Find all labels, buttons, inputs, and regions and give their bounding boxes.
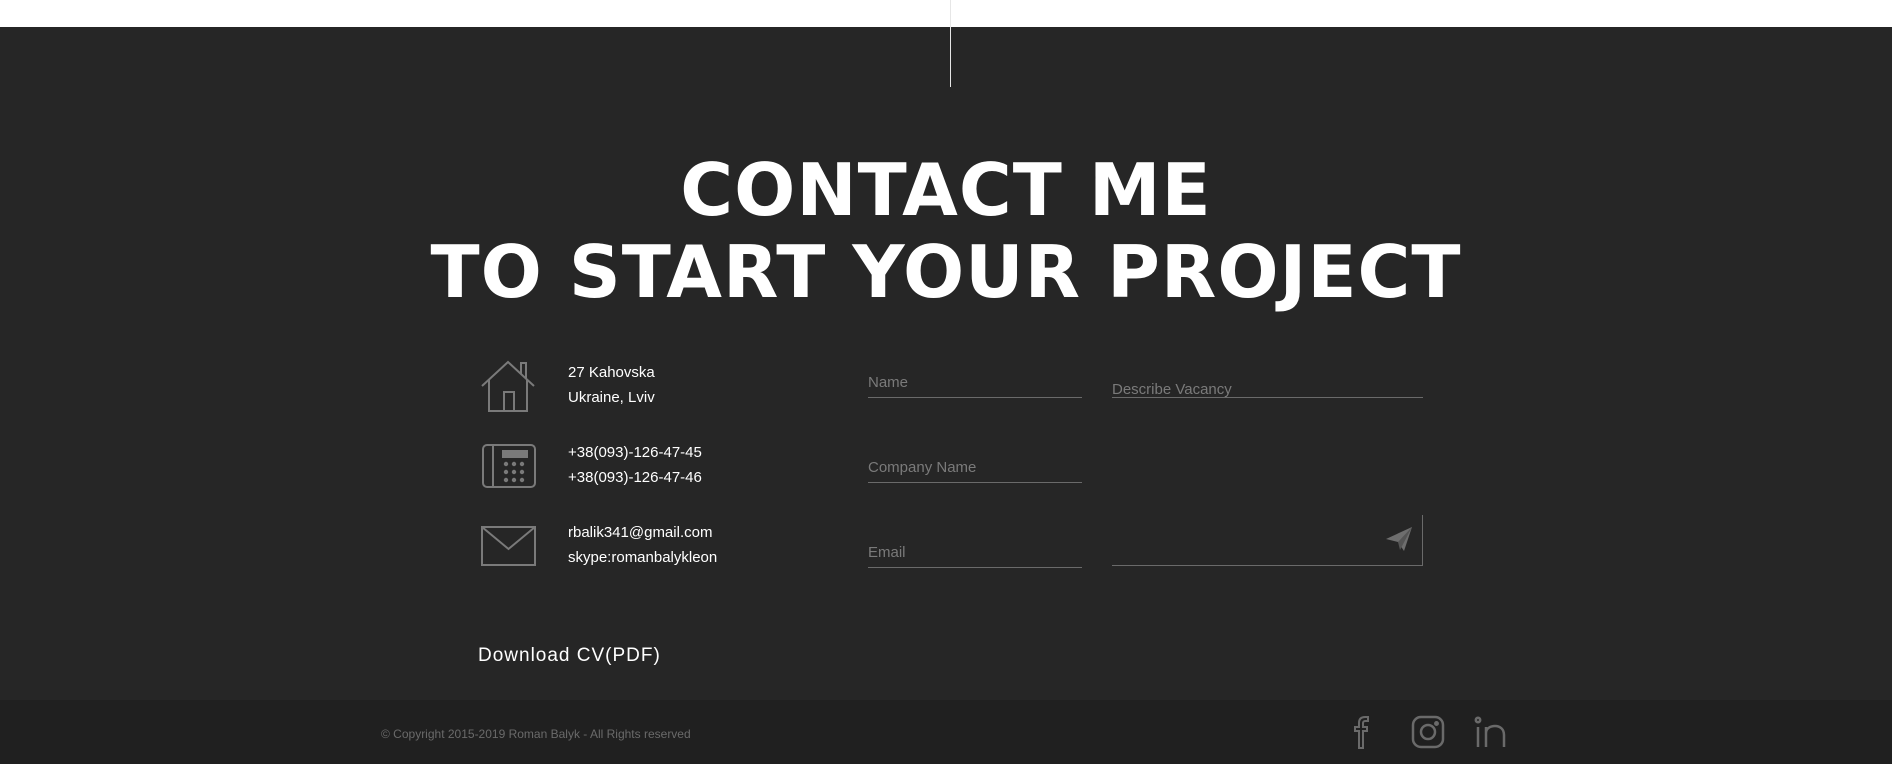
- linkedin-icon[interactable]: [1474, 715, 1508, 754]
- message-box[interactable]: [1112, 515, 1423, 566]
- facebook-icon[interactable]: [1350, 715, 1374, 754]
- instagram-icon[interactable]: [1411, 715, 1445, 754]
- contact-section: [0, 27, 1892, 700]
- email-input[interactable]: Email: [868, 542, 1082, 568]
- copyright-text: © Copyright 2015-2019 Roman Balyk - All …: [381, 727, 691, 741]
- envelope-icon: [480, 525, 537, 572]
- phone-line2: +38(093)-126-47-46: [568, 469, 702, 486]
- describe-vacancy-placeholder: Describe Vacancy: [1112, 381, 1232, 398]
- describe-vacancy-field[interactable]: Describe Vacancy: [1112, 337, 1423, 398]
- skype-address: skype:romanbalykleon: [568, 549, 718, 566]
- email-address: rbalik341@gmail.com: [568, 524, 713, 541]
- download-cv-link[interactable]: Download CV(PDF): [478, 645, 661, 667]
- paper-plane-icon[interactable]: [1386, 527, 1412, 556]
- vertical-divider-line: [950, 0, 951, 87]
- house-icon: [480, 359, 536, 418]
- top-bar: [0, 0, 1892, 27]
- footer: © Copyright 2015-2019 Roman Balyk - All …: [0, 700, 1892, 764]
- contact-title-line1: CONTACT ME: [680, 148, 1212, 232]
- phone-icon: [481, 443, 537, 494]
- phone-line1: +38(093)-126-47-45: [568, 444, 702, 461]
- address-line2: Ukraine, Lviv: [568, 389, 655, 406]
- address-line1: 27 Kahovska: [568, 364, 655, 381]
- contact-title-line2: TO START YOUR PROJECT: [430, 230, 1462, 314]
- company-name-input[interactable]: Company Name: [868, 457, 1082, 483]
- name-input[interactable]: Name: [868, 372, 1082, 398]
